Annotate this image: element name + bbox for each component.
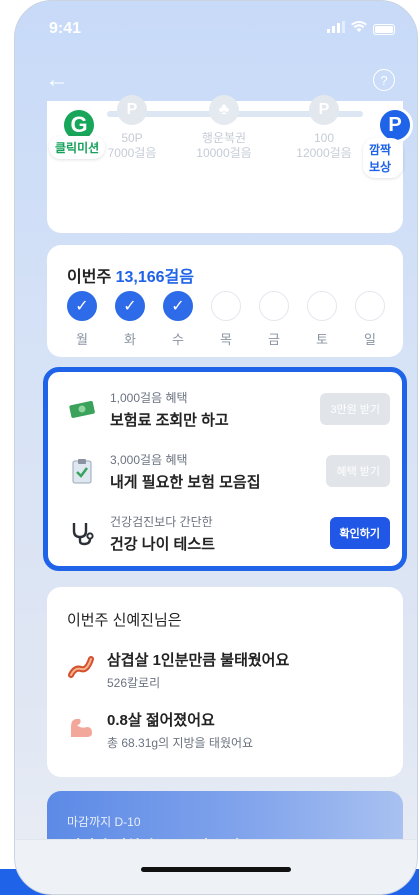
status-time: 9:41	[49, 20, 82, 37]
point-coin-icon: P	[309, 95, 339, 125]
check-icon: ✓	[163, 291, 193, 321]
calorie-text: 0.8살 젊어졌어요 총 68.31g의 지방을 태웠어요	[97, 709, 253, 751]
day-thu: 목	[211, 291, 241, 348]
day-label: 토	[316, 332, 328, 347]
day-label: 목	[220, 332, 232, 347]
status-icons	[327, 20, 395, 38]
day-sat: 토	[307, 291, 337, 348]
weekly-steps-count: 13,166걸음	[115, 269, 194, 286]
check-icon: ✓	[115, 291, 145, 321]
day-tue: ✓ 화	[115, 291, 145, 348]
calorie-row-age: 0.8살 젊어졌어요 총 68.31g의 지방을 태웠어요	[67, 709, 383, 751]
day-wed: ✓ 수	[163, 291, 193, 348]
banner-deadline: 마감까지 D-10	[67, 815, 141, 829]
muscle-icon	[67, 713, 97, 748]
reward-step-steps: 12000걸음	[296, 146, 352, 160]
empty-circle-icon	[259, 291, 289, 321]
empty-circle-icon	[307, 291, 337, 321]
clover-icon: ♣	[209, 95, 239, 125]
benefit-text: 건강검진보다 간단한 건강 나이 테스트	[102, 513, 330, 554]
day-label: 수	[172, 332, 184, 347]
calorie-row-subtitle: 526칼로리	[107, 676, 161, 690]
home-indicator[interactable]	[141, 867, 291, 872]
check-icon: ✓	[67, 291, 97, 321]
step-benefits-card: 1,000걸음 혜택 보험료 조회만 하고 3만원 받기 3,000걸음 혜택 …	[43, 367, 407, 571]
get-30000-won-button[interactable]: 3만원 받기	[320, 393, 390, 425]
bottom-safe-area	[15, 839, 417, 894]
reward-step-title: 행운복권	[201, 131, 247, 145]
signal-icon	[327, 20, 345, 38]
day-fri: 금	[259, 291, 289, 348]
benefit-subtitle: 건강검진보다 간단한	[110, 514, 213, 529]
calorie-row-subtitle: 총 68.31g의 지방을 태웠어요	[107, 736, 254, 750]
calorie-summary-card: 이번주 신예진님은 삼겹살 1인분만큼 불태웠어요 526칼로리 0.8살 젊어…	[47, 587, 403, 777]
help-icon[interactable]: ?	[373, 69, 395, 91]
battery-icon	[373, 23, 395, 35]
day-label: 화	[124, 332, 136, 347]
point-coin-icon: P	[117, 95, 147, 125]
benefit-title: 보험료 조회만 하고	[110, 411, 229, 429]
click-mission-label[interactable]: 클릭미션	[49, 136, 106, 159]
clipboard-icon	[62, 458, 102, 484]
calorie-row-title: 0.8살 젊어졌어요	[107, 712, 215, 729]
benefit-text: 1,000걸음 혜택 보험료 조회만 하고	[102, 389, 320, 430]
day-sun: 일	[355, 291, 385, 348]
day-label: 일	[364, 332, 376, 347]
surprise-reward-label[interactable]: 깜짝보상	[363, 138, 403, 178]
confirm-button[interactable]: 확인하기	[329, 517, 390, 549]
empty-circle-icon	[211, 291, 241, 321]
weekly-steps-card: 이번주 13,166걸음 ✓ 월 ✓ 화 ✓ 수 목 금 토 일	[47, 245, 403, 357]
wifi-icon	[351, 20, 367, 38]
money-icon	[62, 399, 102, 419]
reward-progress-card: P 50P 7000걸음 ♣ 행운복권 10000걸음 P 100 12000걸…	[47, 95, 413, 233]
reward-step-title: 100	[313, 131, 335, 145]
get-benefit-button[interactable]: 혜택 받기	[326, 455, 390, 487]
phone-screen: 9:41 ← ? P 50P 7000걸음 ♣ 행운복권 10000걸음 P 1…	[14, 0, 418, 895]
calorie-summary-title: 이번주 신예진님은	[67, 612, 182, 629]
reward-step-2[interactable]: ♣ 행운복권 10000걸음	[179, 95, 269, 161]
status-bar: 9:41	[15, 19, 417, 39]
stethoscope-icon	[62, 520, 102, 546]
benefit-title: 건강 나이 테스트	[110, 535, 215, 553]
benefit-row-health-age[interactable]: 건강검진보다 간단한 건강 나이 테스트 확인하기	[62, 508, 390, 558]
benefit-title: 내게 필요한 보험 모음집	[110, 473, 261, 491]
day-label: 금	[268, 332, 280, 347]
bacon-icon	[67, 653, 97, 688]
reward-step-steps: 10000걸음	[196, 146, 252, 160]
calorie-row-bacon: 삼겹살 1인분만큼 불태웠어요 526칼로리	[67, 649, 383, 691]
benefit-subtitle: 1,000걸음 혜택	[110, 390, 188, 405]
day-mon: ✓ 월	[67, 291, 97, 348]
calorie-text: 삼겹살 1인분만큼 불태웠어요 526칼로리	[97, 649, 289, 691]
nav-bar: ← ?	[15, 67, 417, 93]
day-label: 월	[76, 332, 88, 347]
empty-circle-icon	[355, 291, 385, 321]
weekday-checklist: ✓ 월 ✓ 화 ✓ 수 목 금 토 일	[67, 291, 385, 348]
reward-step-3[interactable]: P 100 12000걸음	[279, 95, 369, 161]
benefit-row-insurance-check[interactable]: 1,000걸음 혜택 보험료 조회만 하고 3만원 받기	[62, 384, 390, 434]
calorie-row-title: 삼겹살 1인분만큼 불태웠어요	[107, 652, 290, 669]
back-arrow-icon[interactable]: ←	[45, 68, 69, 92]
weekly-steps-prefix: 이번주	[67, 269, 116, 286]
benefit-text: 3,000걸음 혜택 내게 필요한 보험 모음집	[102, 451, 326, 492]
benefit-row-insurance-collection[interactable]: 3,000걸음 혜택 내게 필요한 보험 모음집 혜택 받기	[62, 446, 390, 496]
weekly-steps-title: 이번주 13,166걸음	[67, 263, 194, 287]
benefit-subtitle: 3,000걸음 혜택	[110, 452, 188, 467]
